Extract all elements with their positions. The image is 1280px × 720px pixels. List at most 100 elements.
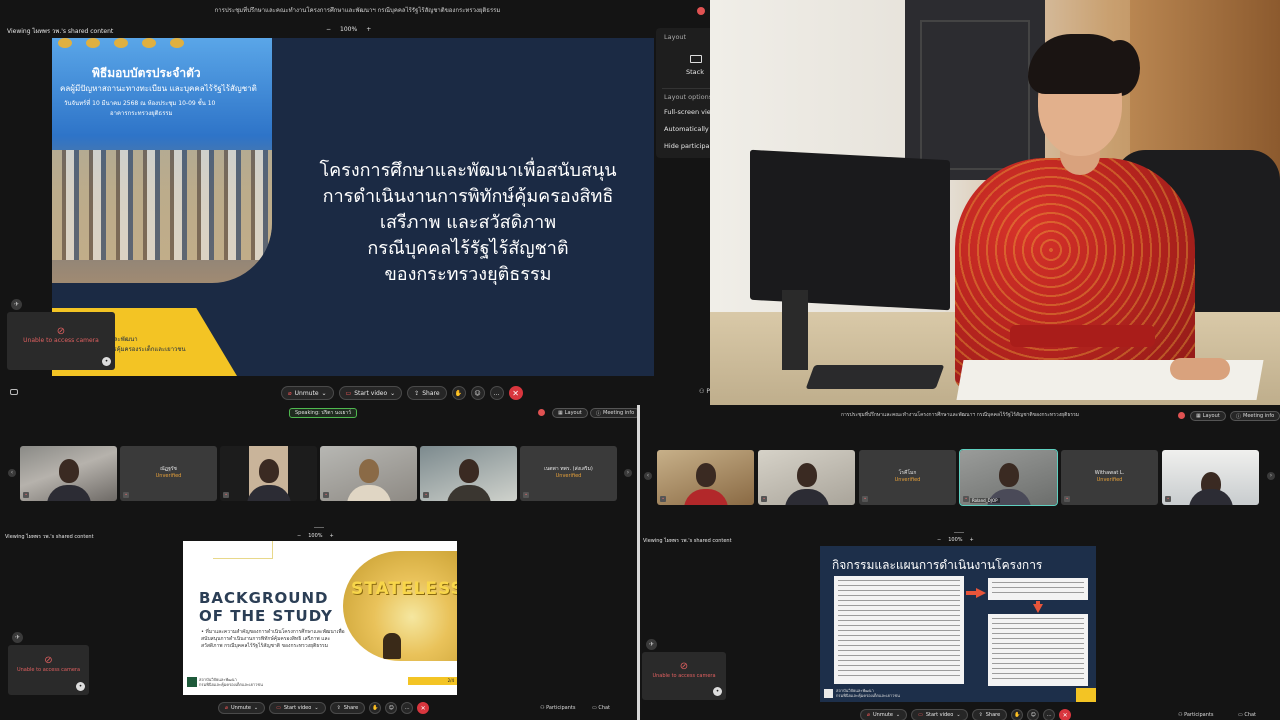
meeting-toolbar: ⌀ Unmute ⌄ ▭ Start video ⌄ ⇪ Share ✋ ☺ … ✕ [218,702,430,714]
strip-prev-button[interactable]: ‹ [8,469,16,477]
meeting-info-button[interactable]: ⓘ Meeting info [1230,411,1280,421]
meeting-toolbar: ⌀ Unmute ⌄ ▭ Start video ⌄ ⇪ Share ✋ ☺ … ✕ [281,386,523,400]
raise-hand-button[interactable]: ✋ [451,386,466,400]
participant-tile-active[interactable]: • Roland_DJOP [959,449,1058,506]
hide-participants-option[interactable]: Hide participants [664,142,715,150]
participant-strip: • ณัฏฐรัช Unverified • • • • เนตพา ทพร. (ส… [20,446,617,501]
stack-layout-option[interactable]: Stack [686,68,704,76]
participant-tile[interactable]: Withawat L. Unverified • [1061,450,1158,505]
more-options-button[interactable]: … [1043,709,1056,720]
participants-button[interactable]: ⚇ Participants [1178,712,1213,718]
share-button[interactable]: ⇪ Share [329,702,366,714]
zoom-out-button[interactable]: − [297,533,301,539]
shared-slide-background: STATELESS BACKGROUND OF THE STUDY • ที่ม… [183,541,457,695]
raise-hand-button[interactable]: ✋ [369,702,382,714]
participants-label: Participants [1184,712,1214,718]
participant-tile[interactable]: โรคีโมก Unverified • [859,450,956,505]
participant-tile[interactable]: • [320,446,417,501]
meeting-info-button[interactable]: ⓘ Meeting info [590,408,637,418]
mic-muted-icon: • [23,492,29,498]
strip-next-button[interactable]: › [1267,472,1275,480]
zoom-in-button[interactable]: + [366,26,371,33]
zoom-control: − 100% + [937,537,974,543]
participant-tile[interactable]: • [657,450,754,505]
mic-muted-icon: • [963,496,969,502]
zoom-out-button[interactable]: − [937,537,941,543]
start-video-button[interactable]: ▭ Start video ⌄ [269,702,326,714]
close-window-icon[interactable] [538,409,545,416]
raise-hand-button[interactable]: ✋ [1011,709,1024,720]
unmute-button[interactable]: ⌀ Unmute ⌄ [860,709,908,720]
participant-tile[interactable]: • [20,446,117,501]
chat-button[interactable]: ▭ Chat [592,705,610,711]
ellipsis-icon: … [1046,712,1052,718]
participant-tile[interactable]: เนตพา ทพร. (ส่งเสริม) Unverified • [520,446,617,501]
participant-status: Unverified [155,473,182,479]
close-window-icon[interactable] [1178,412,1185,419]
pin-icon[interactable]: ✈ [11,299,22,310]
strip-prev-button[interactable]: ‹ [644,472,652,480]
computer-monitor [750,149,950,311]
participant-tile[interactable]: • [758,450,855,505]
text-lines [992,618,1084,682]
mic-muted-icon: • [761,496,767,502]
unmute-button[interactable]: ⌀ Unmute ⌄ [281,386,334,400]
stack-layout-icon[interactable] [690,55,702,63]
speaker-portrait-photo [710,0,1280,405]
participant-tile[interactable]: • [220,446,317,501]
self-camera-tile[interactable]: ✈ ⊘ Unable to access camera • [8,632,89,695]
drag-handle[interactable] [954,532,964,533]
camera-settings-icon[interactable]: • [76,682,85,691]
decorative-line [213,541,273,559]
zoom-in-button[interactable]: + [330,533,334,539]
start-video-button[interactable]: ▭ Start video ⌄ [338,386,403,400]
hand-icon: ✋ [372,705,379,711]
participants-icon: ⚇ [699,388,705,395]
share-button[interactable]: ⇪ Share [971,709,1008,720]
layout-button[interactable]: ▦ Layout [552,408,588,418]
reactions-button[interactable]: ☺ [385,702,398,714]
camera-settings-icon[interactable]: • [102,357,111,366]
slide-title-line-1: BACKGROUND [199,589,329,607]
strip-next-button[interactable]: › [624,469,632,477]
banner-text-2: ารคุ้มครองระเด็กและเยาวชน [110,346,186,353]
self-camera-tile[interactable]: ✈ ⊘ Unable to access camera • [7,299,115,370]
slide-bullet: • ที่มาและความสำคัญของการดำเนินโครงการศึ… [201,629,345,649]
auto-hide-option[interactable]: Automatically hide [664,125,715,133]
organization-logos [52,38,232,52]
participant-tile[interactable]: • [420,446,517,501]
reactions-button[interactable]: ☺ [1027,709,1040,720]
institute-logo [187,677,197,687]
camera-settings-icon[interactable]: • [713,687,722,696]
photo-date: วันจันทร์ที่ 10 มีนาคม 2568 ณ ห้องประชุม… [64,100,216,107]
layout-label: Layout [564,410,582,416]
zoom-out-button[interactable]: − [326,26,331,33]
participants-button[interactable]: ⚇ Participants [540,705,575,711]
full-screen-view-option[interactable]: Full-screen view [664,108,715,116]
chat-label: Chat [598,705,611,711]
pin-icon[interactable]: ✈ [12,632,23,643]
unmute-button[interactable]: ⌀ Unmute ⌄ [218,702,266,714]
layout-button[interactable]: ▦ Layout [1190,411,1226,421]
participant-body [446,485,491,501]
share-button[interactable]: ⇪ Share [407,386,447,400]
pin-icon[interactable]: ✈ [646,639,657,650]
start-video-button[interactable]: ▭ Start video ⌄ [911,709,968,720]
self-camera-tile[interactable]: ✈ ⊘ Unable to access camera • [642,639,726,700]
more-options-button[interactable]: … [489,386,504,400]
chat-bubble-icon[interactable] [10,389,18,395]
chevron-down-icon: ⌄ [253,705,259,711]
chat-button[interactable]: ▭ Chat [1238,712,1256,718]
reactions-button[interactable]: ☺ [470,386,485,400]
meeting-window-left: Speaking: ปริตา นงเยาว์ ▦ Layout ⓘ Meeting… [0,405,637,720]
drag-handle[interactable] [314,527,324,528]
end-call-button[interactable]: ✕ [508,386,523,400]
participant-tile[interactable]: • [1162,450,1259,505]
more-options-button[interactable]: … [401,702,414,714]
participant-tile[interactable]: ณัฏฐรัช Unverified • [120,446,217,501]
participants-icon: ⚇ [1178,712,1183,718]
zoom-in-button[interactable]: + [970,537,974,543]
close-window-icon[interactable] [697,7,705,15]
end-call-button[interactable]: ✕ [417,702,430,714]
end-call-button[interactable]: ✕ [1059,709,1072,720]
